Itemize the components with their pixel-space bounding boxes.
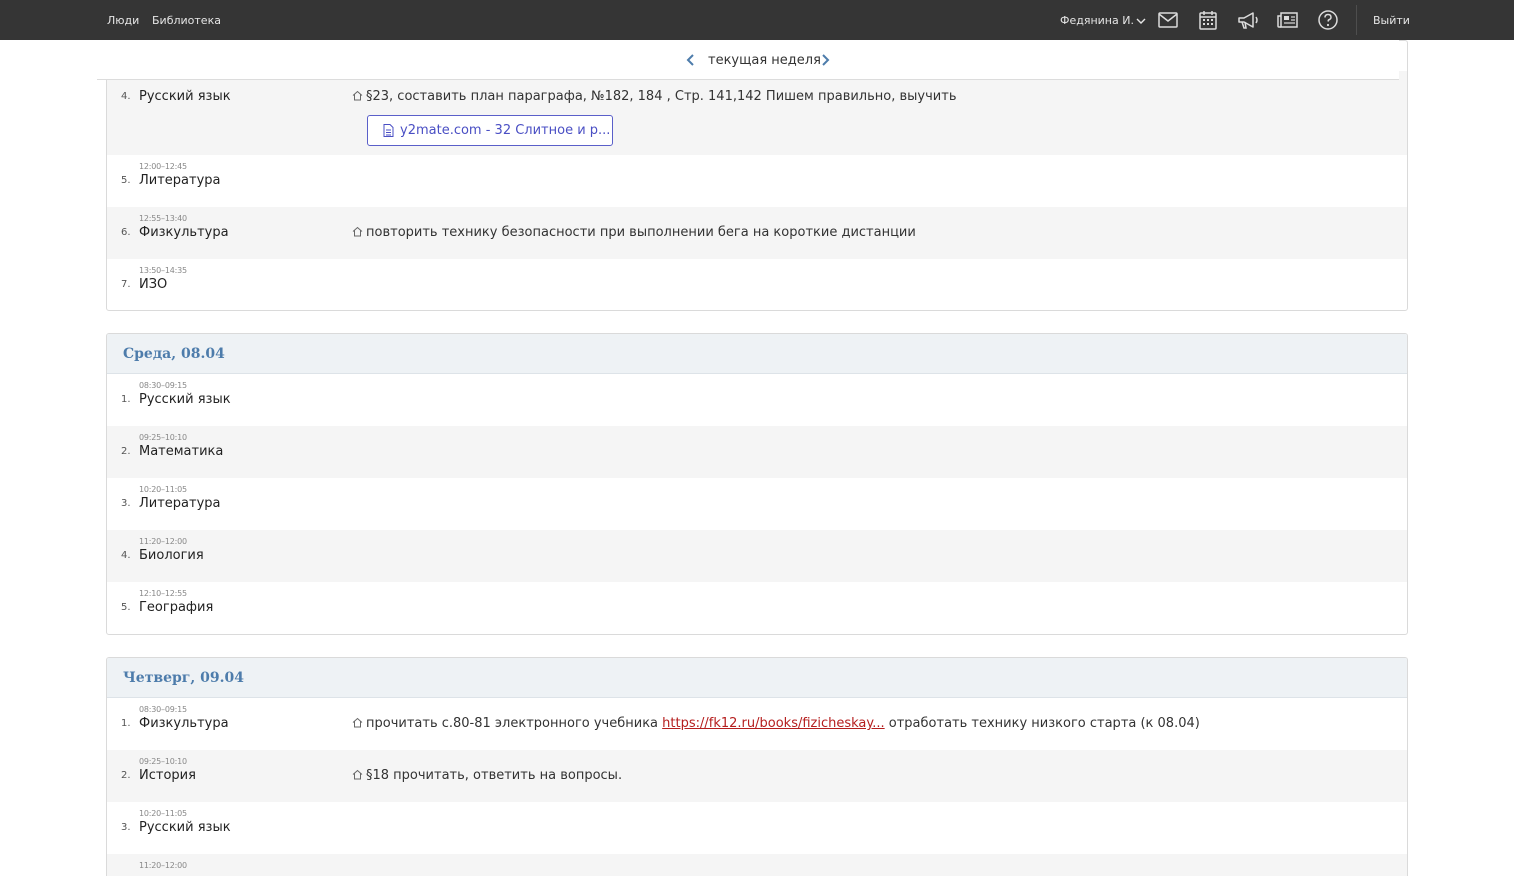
lesson-row: 09:25–10:10 2. История §18 прочитать, от… (107, 750, 1407, 802)
lesson-number: 4. (121, 91, 131, 102)
attachment-button[interactable]: y2mate.com - 32 Слитное и р... (367, 115, 613, 146)
nav-people-link[interactable]: Люди (107, 0, 139, 40)
homework: §18 прочитать, ответить на вопросы. (352, 768, 622, 783)
lesson-time: 12:00–12:45 (139, 162, 187, 171)
lesson-number: 3. (121, 822, 131, 833)
home-icon (352, 717, 363, 728)
homework-text: §18 прочитать, ответить на вопросы. (366, 768, 623, 783)
day-header: Среда, 08.04 (107, 334, 1407, 374)
top-bar: Люди Библиотека Федянина И. Выйти (0, 0, 1514, 40)
day-panel: 4. Русский язык §23, составить план пара… (106, 40, 1408, 311)
lesson-row: 11:20–12:00 4. Биология (107, 530, 1407, 582)
day-panel: Среда, 08.04 08:30–09:15 1. Русский язык… (106, 333, 1408, 635)
homework-text: §23, составить план параграфа, №182, 184… (366, 89, 957, 104)
lesson-time: 10:20–11:05 (139, 485, 187, 494)
lesson-time: 12:10–12:55 (139, 589, 187, 598)
lesson-number: 5. (121, 175, 131, 186)
home-icon (352, 226, 363, 237)
lesson-subject[interactable]: Биология (139, 548, 204, 563)
day-title: Четверг, 09.04 (123, 670, 244, 686)
chevron-right-icon[interactable] (818, 53, 832, 67)
lesson-row: 09:25–10:10 2. Математика (107, 426, 1407, 478)
home-icon (352, 90, 363, 101)
lesson-subject[interactable]: Физкультура (139, 716, 229, 731)
lesson-time: 09:25–10:10 (139, 757, 187, 766)
lesson-subject[interactable]: Литература (139, 173, 221, 188)
lesson-number: 1. (121, 394, 131, 405)
nav-library-link[interactable]: Библиотека (152, 0, 221, 40)
user-menu[interactable]: Федянина И. (1060, 0, 1146, 40)
homework-link[interactable]: https://fk12.ru/books/fizicheskay... (662, 716, 884, 731)
lesson-subject[interactable]: Русский язык (139, 89, 231, 104)
lesson-subject[interactable]: География (139, 600, 213, 615)
lesson-subject[interactable]: История (139, 768, 196, 783)
homework: повторить технику безопасности при выпол… (352, 225, 916, 240)
chevron-left-icon[interactable] (684, 53, 698, 67)
lesson-time: 08:30–09:15 (139, 381, 187, 390)
lesson-number: 6. (121, 227, 131, 238)
homework-text: повторить технику безопасности при выпол… (366, 225, 916, 240)
lesson-time: 11:20–12:00 (139, 861, 187, 870)
lesson-number: 5. (121, 602, 131, 613)
lesson-subject[interactable]: Математика (139, 444, 223, 459)
homework: §23, составить план параграфа, №182, 184… (352, 89, 956, 104)
lesson-row: 10:20–11:05 3. Русский язык (107, 802, 1407, 854)
lesson-number: 1. (121, 718, 131, 729)
day-panel: Четверг, 09.04 08:30–09:15 1. Физкультур… (106, 657, 1408, 876)
homework-text: прочитать с.80-81 электронного учебника (366, 716, 659, 731)
lesson-number: 7. (121, 279, 131, 290)
lesson-number: 2. (121, 770, 131, 781)
lesson-row: 13:50–14:35 7. ИЗО (107, 259, 1407, 310)
attachment-name: y2mate.com - 32 Слитное и р... (400, 123, 611, 138)
lesson-row: 08:30–09:15 1. Физкультура прочитать с.8… (107, 698, 1407, 750)
lesson-row: 12:55–13:40 6. Физкультура повторить тех… (107, 207, 1407, 259)
lesson-subject[interactable]: Физкультура (139, 225, 229, 240)
day-title: Среда, 08.04 (123, 346, 225, 362)
homework-text: отработать технику низкого старта (к 08.… (888, 716, 1200, 731)
help-icon[interactable] (1316, 8, 1340, 32)
lesson-time: 10:20–11:05 (139, 809, 187, 818)
lesson-subject[interactable]: ИЗО (139, 277, 167, 292)
newspaper-icon[interactable] (1276, 8, 1300, 32)
megaphone-icon[interactable] (1236, 8, 1260, 32)
file-icon (383, 124, 394, 137)
lesson-subject[interactable]: Русский язык (139, 820, 231, 835)
user-name: Федянина И. (1060, 14, 1134, 27)
lesson-row: 11:20–12:00 (107, 854, 1407, 876)
lesson-number: 4. (121, 550, 131, 561)
week-navigation: текущая неделя (97, 40, 1399, 80)
lesson-subject[interactable]: Русский язык (139, 392, 231, 407)
lesson-row: 08:30–09:15 1. Русский язык (107, 374, 1407, 426)
lesson-row: 12:00–12:45 5. Литература (107, 155, 1407, 207)
lesson-number: 3. (121, 498, 131, 509)
lesson-time: 09:25–10:10 (139, 433, 187, 442)
lesson-row: 12:10–12:55 5. География (107, 582, 1407, 634)
lesson-subject[interactable]: Литература (139, 496, 221, 511)
lesson-time: 12:55–13:40 (139, 214, 187, 223)
day-header: Четверг, 09.04 (107, 658, 1407, 698)
homework: прочитать с.80-81 электронного учебника … (352, 716, 1200, 731)
lesson-row: 4. Русский язык §23, составить план пара… (107, 71, 1407, 155)
mail-icon[interactable] (1156, 8, 1180, 32)
calendar-icon[interactable] (1196, 8, 1220, 32)
home-icon (352, 769, 363, 780)
lesson-time: 08:30–09:15 (139, 705, 187, 714)
lesson-number: 2. (121, 446, 131, 457)
lesson-time: 13:50–14:35 (139, 266, 187, 275)
current-week-label[interactable]: текущая неделя (708, 40, 821, 80)
logout-link[interactable]: Выйти (1373, 0, 1410, 40)
divider (1356, 5, 1357, 35)
lesson-row: 10:20–11:05 3. Литература (107, 478, 1407, 530)
chevron-down-icon (1136, 18, 1146, 24)
lesson-time: 11:20–12:00 (139, 537, 187, 546)
